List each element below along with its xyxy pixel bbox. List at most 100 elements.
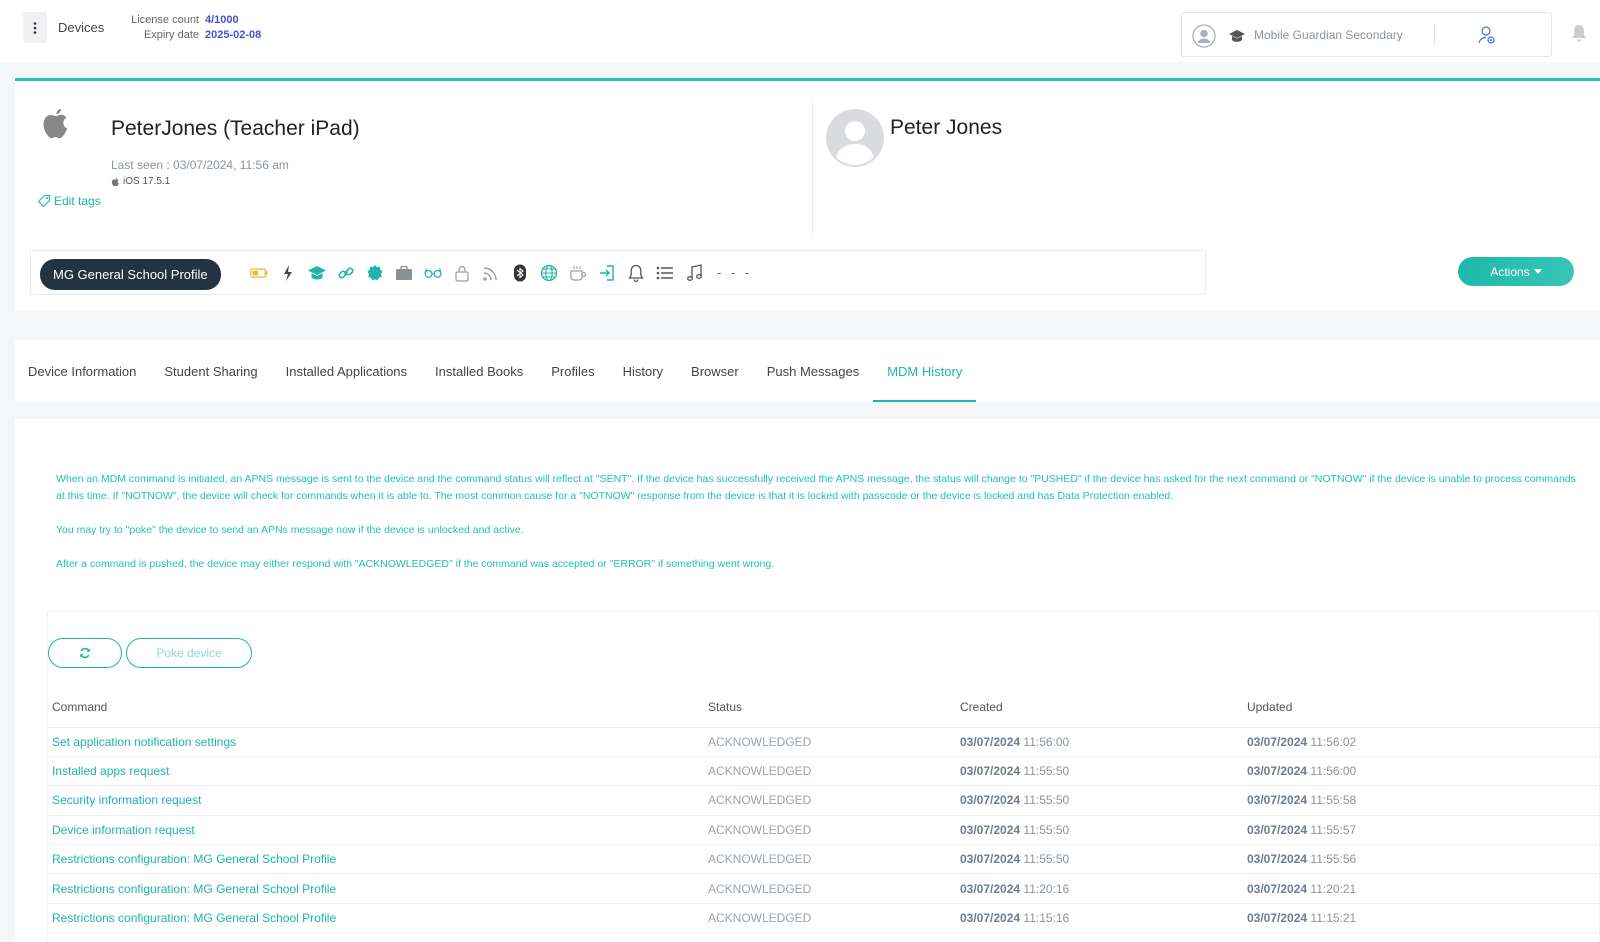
tab-device-information[interactable]: Device Information — [28, 340, 150, 402]
refresh-button[interactable] — [48, 638, 122, 668]
column-header-command[interactable]: Command — [48, 688, 708, 728]
user-settings-icon[interactable] — [1478, 25, 1496, 45]
top-bar: Devices License count 4/1000 Expiry date 2… — [0, 0, 1600, 62]
os-version-text: iOS 17.5.1 — [123, 176, 171, 187]
profile-status-bar: MG General School Profile - - - — [30, 250, 1206, 295]
created-time: 11:55:50 — [1023, 852, 1070, 867]
table-row[interactable]: Restrictions configuration: MG General S… — [48, 903, 1600, 934]
poke-device-button[interactable]: Poke device — [126, 638, 252, 668]
command-cell[interactable]: Set application notification settings — [48, 727, 708, 757]
actions-label: Actions — [1490, 264, 1530, 279]
column-header-updated[interactable]: Updated — [1247, 688, 1600, 728]
updated-date: 03/07/2024 — [1247, 734, 1308, 749]
updated-date: 03/07/2024 — [1247, 764, 1308, 779]
tab-profiles[interactable]: Profiles — [537, 340, 608, 402]
updated-cell: 03/07/2024 11:20:21 — [1247, 873, 1600, 904]
tab-installed-books[interactable]: Installed Books — [421, 340, 537, 402]
caret-down-icon — [1533, 269, 1542, 274]
command-table: Command Status Created Updated Set appli… — [48, 688, 1600, 934]
breadcrumb-devices[interactable]: Devices — [58, 20, 104, 35]
actions-dropdown-button[interactable]: Actions — [1458, 257, 1574, 286]
info-paragraph: You may try to "poke" the device to send… — [56, 524, 524, 536]
updated-cell: 03/07/2024 11:15:21 — [1247, 903, 1600, 934]
mdm-info-text: When an MDM command is initiated, an APN… — [56, 471, 1576, 590]
created-cell: 03/07/2024 11:15:16 — [960, 903, 1247, 934]
battery-icon — [249, 263, 268, 282]
profile-badge[interactable]: MG General School Profile — [40, 259, 221, 290]
created-time: 11:15:16 — [1023, 911, 1070, 926]
tab-history[interactable]: History — [609, 340, 677, 402]
briefcase-icon — [394, 263, 413, 282]
sign-in-icon — [597, 263, 616, 282]
status-cell: ACKNOWLEDGED — [708, 756, 960, 787]
tab-mdm-history[interactable]: MDM History — [873, 340, 977, 402]
divider — [1434, 24, 1435, 46]
device-summary-card: PeterJones (Teacher iPad) Last seen : 03… — [15, 78, 1600, 310]
globe-icon — [539, 263, 558, 282]
updated-date: 03/07/2024 — [1247, 852, 1308, 867]
tag-icon — [37, 194, 51, 208]
tab-push-messages[interactable]: Push Messages — [753, 340, 874, 402]
status-cell: ACKNOWLEDGED — [708, 844, 960, 875]
table-row[interactable]: Set application notification settings AC… — [48, 727, 1600, 757]
last-seen: Last seen : 03/07/2024, 11:56 am — [111, 158, 289, 172]
updated-cell: 03/07/2024 11:56:02 — [1247, 727, 1600, 757]
created-date: 03/07/2024 — [960, 764, 1021, 779]
command-cell[interactable]: Restrictions configuration: MG General S… — [48, 844, 708, 875]
created-time: 11:55:50 — [1023, 793, 1070, 808]
created-cell: 03/07/2024 11:20:16 — [960, 873, 1247, 904]
tab-installed-applications[interactable]: Installed Applications — [272, 340, 421, 402]
table-row[interactable]: Restrictions configuration: MG General S… — [48, 873, 1600, 904]
status-cell: ACKNOWLEDGED — [708, 815, 960, 846]
updated-cell: 03/07/2024 11:55:57 — [1247, 815, 1600, 846]
table-row[interactable]: Security information request ACKNOWLEDGE… — [48, 785, 1600, 816]
table-row[interactable]: Device information request ACKNOWLEDGED … — [48, 815, 1600, 846]
refresh-icon — [80, 647, 90, 659]
command-cell[interactable]: Restrictions configuration: MG General S… — [48, 903, 708, 934]
updated-time: 11:15:21 — [1310, 911, 1357, 926]
column-header-status[interactable]: Status — [708, 688, 960, 728]
edit-tags-link[interactable]: Edit tags — [37, 194, 101, 208]
bluetooth-icon — [510, 263, 529, 282]
notifications-bell-icon[interactable] — [1571, 24, 1587, 42]
status-cell: ACKNOWLEDGED — [708, 727, 960, 757]
column-header-created[interactable]: Created — [960, 688, 1247, 728]
command-cell[interactable]: Security information request — [48, 785, 708, 816]
graduation-cap-icon — [1229, 30, 1245, 42]
status-cell: ACKNOWLEDGED — [708, 873, 960, 904]
apple-small-icon — [111, 177, 119, 186]
command-cell[interactable]: Restrictions configuration: MG General S… — [48, 873, 708, 904]
tab-browser[interactable]: Browser — [677, 340, 753, 402]
created-date: 03/07/2024 — [960, 822, 1021, 837]
created-cell: 03/07/2024 11:55:50 — [960, 844, 1247, 875]
created-cell: 03/07/2024 11:56:00 — [960, 727, 1247, 757]
account-school-selector[interactable]: Mobile Guardian Secondary — [1181, 12, 1552, 57]
updated-time: 11:55:58 — [1310, 793, 1357, 808]
command-cell[interactable]: Device information request — [48, 815, 708, 846]
created-time: 11:56:00 — [1023, 734, 1070, 749]
table-row[interactable]: Restrictions configuration: MG General S… — [48, 844, 1600, 875]
license-count-label: License count — [131, 14, 199, 26]
created-date: 03/07/2024 — [960, 881, 1021, 896]
school-name: Mobile Guardian Secondary — [1254, 28, 1403, 42]
list-icon — [655, 263, 674, 282]
tab-student-sharing[interactable]: Student Sharing — [150, 340, 271, 402]
menu-kebab-button[interactable] — [23, 12, 47, 43]
updated-date: 03/07/2024 — [1247, 911, 1308, 926]
created-time: 11:55:50 — [1023, 822, 1070, 837]
updated-date: 03/07/2024 — [1247, 881, 1308, 896]
updated-time: 11:56:00 — [1310, 764, 1357, 779]
table-row[interactable]: Installed apps request ACKNOWLEDGED 03/0… — [48, 756, 1600, 787]
updated-time: 11:55:56 — [1310, 852, 1357, 867]
info-paragraph: After a command is pushed, the device ma… — [56, 558, 775, 570]
created-time: 11:20:16 — [1023, 881, 1070, 896]
glasses-icon — [423, 263, 442, 282]
license-info: License count 4/1000 Expiry date 2025-02-0… — [121, 13, 261, 43]
device-status-icons: - - - — [249, 263, 752, 282]
command-cell[interactable]: Installed apps request — [48, 756, 708, 787]
command-history: Poke device Command Status Created Updat… — [47, 611, 1600, 942]
os-version: iOS 17.5.1 — [111, 176, 170, 187]
rss-icon — [481, 263, 500, 282]
expiry-label: Expiry date — [143, 29, 199, 41]
license-count-value: 4/1000 — [205, 14, 239, 26]
